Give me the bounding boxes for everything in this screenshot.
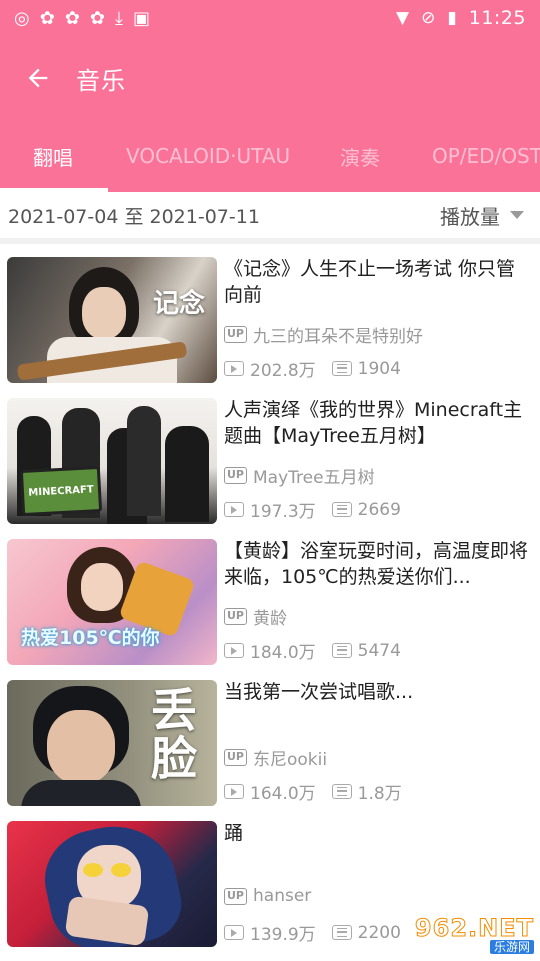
dropdown-arrow-icon (510, 211, 524, 219)
thumbnail-text: 热爱105℃的你 (21, 627, 160, 649)
tab-performance[interactable]: 演奏 (340, 120, 380, 192)
tab-label: 演奏 (340, 145, 380, 170)
sort-dropdown[interactable]: 播放量 (440, 201, 532, 230)
watermark-site-name: 乐游网 (489, 940, 534, 954)
notification-a-icon: ▣ (132, 7, 150, 29)
danmaku-count: 2200 (357, 922, 401, 943)
danmaku-count: 5474 (357, 640, 401, 661)
up-badge-icon: UP (224, 326, 247, 343)
video-stats: 139.9万 2200 (224, 920, 417, 945)
play-count: 164.0万 (250, 784, 316, 804)
notification-app-icon: ◎ (14, 7, 30, 29)
play-count: 184.0万 (250, 643, 316, 663)
uploader-name: 东尼ookii (253, 750, 328, 770)
video-title: 《记念》人生不止一场考试 你只管向前 (224, 258, 516, 306)
uploader[interactable]: UP 黄龄 (224, 604, 287, 629)
danmaku-count: 1.8万 (357, 784, 402, 804)
danmaku-count-icon (331, 925, 352, 940)
tab-label: VOCALOID·UTAU (126, 144, 291, 168)
uploader-name: 九三的耳朵不是特别好 (253, 327, 423, 347)
download-icon: ⤓ (115, 7, 123, 29)
notification-bug-icon: ✿ (89, 7, 105, 29)
up-badge-icon: UP (224, 467, 247, 484)
up-badge-icon: UP (224, 749, 247, 766)
danmaku-count: 2669 (357, 499, 401, 520)
video-stats: 164.0万 1.8万 (224, 779, 418, 804)
video-thumbnail (7, 821, 217, 947)
video-item[interactable]: MINECRAFT 人声演绎《我的世界》Minecraft主题曲【MayTree… (0, 391, 540, 532)
play-count: 202.8万 (250, 361, 316, 381)
video-title: 当我第一次尝试唱歌... (224, 681, 414, 703)
video-item[interactable]: 丢脸 当我第一次尝试唱歌... UP 东尼ookii 164.0万 1.8万 (0, 673, 540, 814)
video-title: 人声演绎《我的世界》Minecraft主题曲【MayTree五月树】 (224, 399, 523, 447)
uploader[interactable]: UP 九三的耳朵不是特别好 (224, 322, 423, 347)
danmaku-count-icon (331, 643, 352, 658)
play-count-icon (224, 925, 244, 940)
danmaku-count-icon (331, 361, 352, 376)
site-watermark: 962.NET 乐游网 (402, 915, 534, 955)
video-title: 踊 (224, 822, 244, 844)
video-list: 记念 《记念》人生不止一场考试 你只管向前 UP 九三的耳朵不是特别好 202.… (0, 250, 540, 955)
app-bar: 音乐 (0, 36, 540, 120)
video-thumbnail: 热爱105℃的你 (7, 539, 217, 665)
up-badge-icon: UP (224, 887, 247, 905)
video-stats: 197.3万 2669 (224, 497, 417, 522)
thumbnail-text: 记念 (152, 289, 205, 319)
danmaku-count: 1904 (357, 358, 401, 379)
arrow-left-icon (28, 68, 48, 88)
back-button[interactable] (18, 58, 58, 98)
danmaku-count-icon (331, 784, 352, 799)
battery-icon: ▮ (447, 8, 457, 28)
video-thumbnail: 记念 (7, 257, 217, 383)
uploader[interactable]: UP 东尼ookii (224, 745, 327, 770)
status-bar: ◎ ✿ ✿ ✿ ⤓ ▣ ▼ ⊘ ▮ 11:25 (0, 0, 540, 36)
no-sim-icon: ⊘ (421, 8, 436, 28)
play-count-icon (224, 643, 244, 658)
clock: 11:25 (468, 7, 526, 29)
page-title: 音乐 (76, 66, 126, 95)
up-badge-icon: UP (224, 608, 247, 625)
thumbnail-text: 丢脸 (144, 686, 198, 782)
play-count-icon (224, 361, 244, 376)
video-item[interactable]: 热爱105℃的你 【黄龄】浴室玩耍时间，高温度即将来临，105℃的热爱送你们..… (0, 532, 540, 673)
video-stats: 184.0万 5474 (224, 638, 417, 663)
category-tabs: 翻唱 VOCALOID·UTAU 演奏 OP/ED/OST (0, 120, 540, 192)
watermark-logo-text: 962.NET (414, 914, 534, 942)
play-count-icon (224, 784, 244, 799)
filter-bar: 2021-07-04 至 2021-07-11 播放量 (0, 192, 540, 244)
play-count-icon (224, 502, 244, 517)
video-title: 【黄龄】浴室玩耍时间，高温度即将来临，105℃的热爱送你们... (224, 540, 528, 588)
video-stats: 202.8万 1904 (224, 356, 417, 381)
tab-label: OP/ED/OST (432, 144, 540, 168)
uploader[interactable]: UP hanser (224, 886, 311, 906)
video-thumbnail: MINECRAFT (7, 398, 217, 524)
notification-bug-icon: ✿ (39, 7, 55, 29)
thumbnail-text: MINECRAFT (28, 483, 94, 499)
video-item[interactable]: 记念 《记念》人生不止一场考试 你只管向前 UP 九三的耳朵不是特别好 202.… (0, 250, 540, 391)
uploader-name: 黄龄 (253, 609, 287, 629)
video-thumbnail: 丢脸 (7, 680, 217, 806)
wifi-icon: ▼ (396, 8, 410, 28)
tab-op-ed-ost[interactable]: OP/ED/OST (432, 120, 540, 192)
play-count: 197.3万 (250, 502, 316, 522)
uploader-name: MayTree五月树 (253, 468, 375, 488)
danmaku-count-icon (331, 502, 352, 517)
uploader[interactable]: UP MayTree五月树 (224, 463, 375, 488)
play-count: 139.9万 (250, 925, 316, 945)
notification-bug-icon: ✿ (64, 7, 80, 29)
tab-cover[interactable]: 翻唱 (33, 120, 73, 192)
uploader-name: hanser (253, 886, 312, 906)
sort-label: 播放量 (440, 204, 500, 229)
tab-vocaloid[interactable]: VOCALOID·UTAU (126, 120, 290, 192)
tab-label: 翻唱 (33, 145, 73, 170)
date-range[interactable]: 2021-07-04 至 2021-07-11 (8, 202, 260, 229)
